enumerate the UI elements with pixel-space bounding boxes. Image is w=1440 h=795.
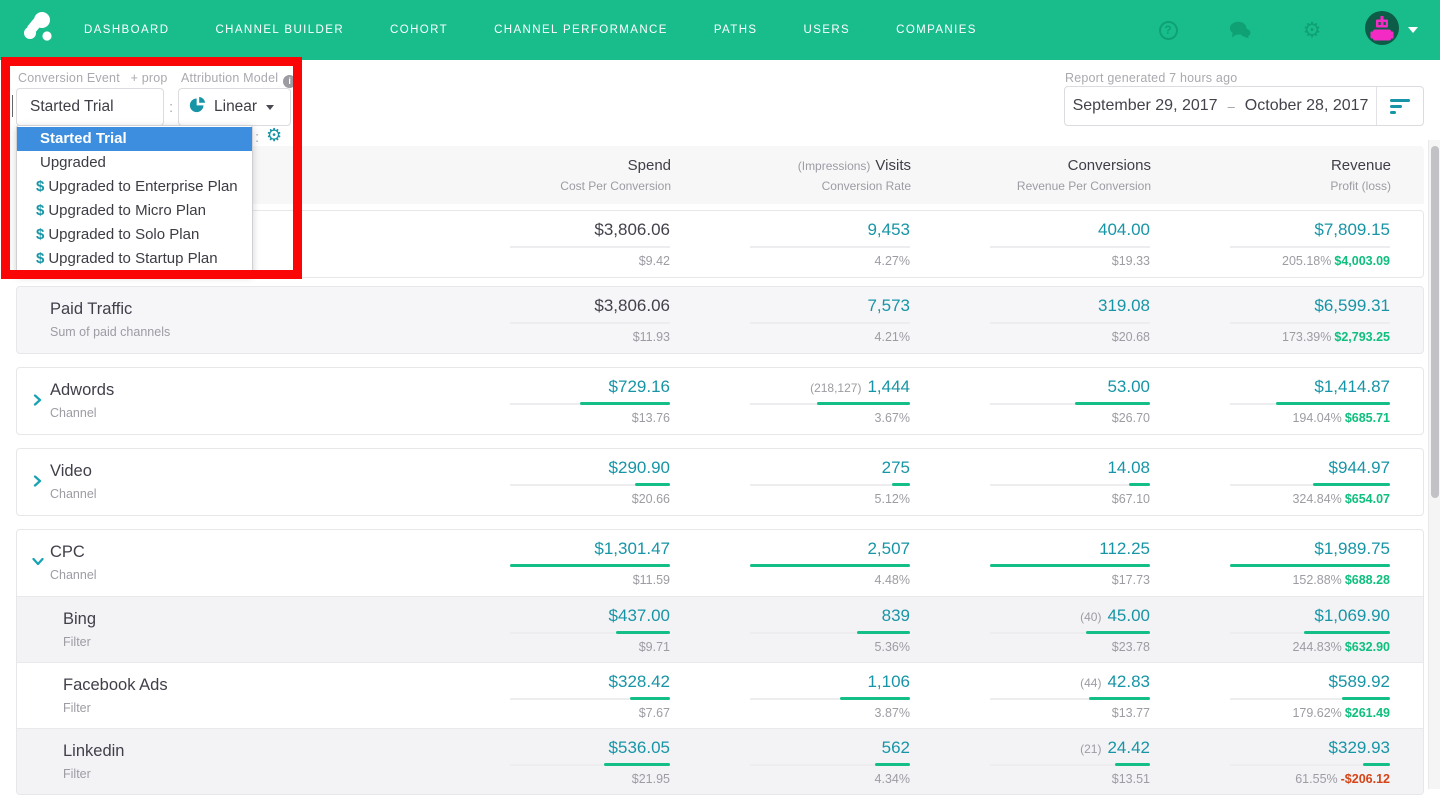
filter-sort-icon[interactable] — [1377, 87, 1423, 125]
profit-value: $632.90 — [1344, 640, 1390, 654]
visits-cell: 275 5.12% — [750, 449, 910, 515]
dropdown-option-upgraded-solo[interactable]: $ Upgraded to Solo Plan — [17, 223, 252, 247]
revenue-cell: $944.97 324.84% $654.07 — [1230, 449, 1390, 515]
table-row[interactable]: Bing Filter $437.00 $9.71 839 5.36% (40)… — [17, 596, 1423, 662]
dropdown-option-upgraded[interactable]: Upgraded — [17, 151, 252, 175]
table-row[interactable]: Linkedin Filter $536.05 $21.95 562 4.34%… — [17, 728, 1423, 794]
visits-cell: (218,127) 1,444 3.67% — [750, 368, 910, 434]
conversions-cell: (40) 45.00 $23.78 — [990, 597, 1150, 662]
report-generated-label: Report generated 7 hours ago — [1065, 71, 1238, 85]
table-row[interactable]: Adwords Channel $729.16 $13.76 (218,127)… — [16, 367, 1424, 435]
dropdown-option-upgraded-startup[interactable]: $ Upgraded to Startup Plan — [17, 247, 252, 271]
revenue-cell: $6,599.31 173.39% $2,793.25 — [1230, 287, 1390, 353]
spend-cell: $437.00 $9.71 — [510, 597, 670, 662]
chevron-right-icon[interactable] — [32, 475, 43, 487]
date-end: October 28, 2017 — [1244, 97, 1369, 114]
nav-item-companies[interactable]: COMPANIES — [896, 24, 977, 36]
spend-cell: $1,301.47 $11.59 — [510, 530, 670, 596]
spend-cell: $3,806.06 $11.93 — [510, 287, 670, 353]
nav-item-dashboard[interactable]: DASHBOARD — [84, 24, 169, 36]
profit-value: $2,793.25 — [1334, 330, 1390, 344]
app-logo-icon[interactable] — [22, 10, 56, 51]
conversions-cell: 14.08 $67.10 — [990, 449, 1150, 515]
spend-cell: $729.16 $13.76 — [510, 368, 670, 434]
nav-item-paths[interactable]: PATHS — [714, 24, 758, 36]
pie-chart-icon — [189, 96, 206, 118]
nav-item-users[interactable]: USERS — [803, 24, 850, 36]
table-row[interactable]: CPC Channel $1,301.47 $11.59 2,507 4.48%… — [17, 530, 1423, 596]
profit-value: $688.28 — [1344, 573, 1390, 587]
header-revenue: Revenue Profit (loss) — [1330, 157, 1391, 193]
conversions-cell: 404.00 $19.33 — [990, 211, 1150, 277]
event-settings-gear-icon[interactable]: ⚙ — [266, 125, 282, 146]
dropdown-option-upgraded-enterprise[interactable]: $ Upgraded to Enterprise Plan — [17, 175, 252, 199]
visits-cell: 839 5.36% — [750, 597, 910, 662]
conversions-cell: (21) 24.42 $13.51 — [990, 729, 1150, 794]
revenue-cell: $1,069.90 244.83% $632.90 — [1230, 597, 1390, 662]
visits-cell: 562 4.34% — [750, 729, 910, 794]
attribution-model-value: Linear — [214, 98, 258, 115]
chevron-down-icon — [1408, 27, 1418, 33]
avatar — [1365, 10, 1399, 50]
conversions-cell: 319.08 $20.68 — [990, 287, 1150, 353]
help-icon[interactable]: ? — [1157, 19, 1179, 41]
spend-cell: $3,806.06 $9.42 — [510, 211, 670, 277]
channel-group: CPC Channel $1,301.47 $11.59 2,507 4.48%… — [16, 529, 1424, 795]
conversions-cell: (44) 42.83 $13.77 — [990, 663, 1150, 728]
conversion-event-dropdown: Started Trial Upgraded $ Upgraded to Ente… — [16, 125, 253, 275]
revenue-cell: $329.93 61.55% -$206.12 — [1230, 729, 1390, 794]
revenue-cell: $1,989.75 152.88% $688.28 — [1230, 530, 1390, 596]
profit-value: $261.49 — [1344, 706, 1390, 720]
attribution-model-select[interactable]: Linear — [178, 88, 291, 126]
chat-icon[interactable] — [1229, 19, 1251, 41]
secondary-colon: : — [255, 129, 260, 146]
text-caret — [12, 95, 13, 117]
select-caret-icon — [266, 104, 275, 110]
dropdown-option-upgraded-micro[interactable]: $ Upgraded to Micro Plan — [17, 199, 252, 223]
spend-cell: $328.42 $7.67 — [510, 663, 670, 728]
nav-item-channel-performance[interactable]: CHANNEL PERFORMANCE — [494, 24, 668, 36]
chevron-right-icon[interactable] — [32, 394, 43, 406]
table-row[interactable]: Paid Traffic Sum of paid channels $3,806… — [16, 286, 1424, 354]
conversion-event-label: Conversion Event + prop — [18, 71, 168, 85]
spend-cell: $290.90 $20.66 — [510, 449, 670, 515]
chevron-down-icon[interactable] — [32, 556, 44, 567]
header-conversions: Conversions Revenue Per Conversion — [1016, 157, 1151, 193]
nav-item-channel-builder[interactable]: CHANNEL BUILDER — [215, 24, 344, 36]
attribution-model-label: Attribution Model i — [181, 71, 297, 88]
visits-cell: 7,573 4.21% — [750, 287, 910, 353]
profit-value: $4,003.09 — [1334, 254, 1390, 268]
visits-cell: 9,453 4.27% — [750, 211, 910, 277]
table-row[interactable]: Facebook Ads Filter $328.42 $7.67 1,106 … — [17, 662, 1423, 728]
spend-cell: $536.05 $21.95 — [510, 729, 670, 794]
date-separator: – — [1227, 98, 1235, 114]
conversion-event-input[interactable] — [16, 88, 164, 126]
revenue-cell: $1,414.87 194.04% $685.71 — [1230, 368, 1390, 434]
controls-colon: : — [169, 99, 174, 116]
date-start: September 29, 2017 — [1072, 97, 1218, 114]
table-row[interactable]: Video Channel $290.90 $20.66 275 5.12% 1… — [16, 448, 1424, 516]
revenue-cell: $589.92 179.62% $261.49 — [1230, 663, 1390, 728]
visits-cell: 2,507 4.48% — [750, 530, 910, 596]
visits-cell: 1,106 3.87% — [750, 663, 910, 728]
header-spend: Spend Cost Per Conversion — [560, 157, 671, 193]
profit-value: -$206.12 — [1340, 772, 1390, 786]
top-nav: DASHBOARD CHANNEL BUILDER COHORT CHANNEL… — [0, 0, 1440, 60]
profit-value: $654.07 — [1344, 492, 1390, 506]
info-icon[interactable]: i — [283, 75, 297, 88]
revenue-cell: $7,809.15 205.18% $4,003.09 — [1230, 211, 1390, 277]
scrollbar-track[interactable] — [1428, 140, 1440, 789]
date-range-picker[interactable]: September 29, 2017 – October 28, 2017 — [1064, 86, 1424, 126]
profit-value: $685.71 — [1344, 411, 1390, 425]
add-prop-link[interactable]: + prop — [131, 71, 168, 85]
nav-item-cohort[interactable]: COHORT — [390, 24, 448, 36]
header-visits: (Impressions) Visits Conversion Rate — [797, 157, 911, 193]
user-menu[interactable] — [1365, 10, 1418, 50]
conversions-cell: 112.25 $17.73 — [990, 530, 1150, 596]
dropdown-option-started-trial[interactable]: Started Trial — [17, 127, 252, 151]
conversions-cell: 53.00 $26.70 — [990, 368, 1150, 434]
scrollbar-thumb[interactable] — [1431, 146, 1439, 498]
settings-gear-icon[interactable]: ⚙ — [1301, 19, 1323, 41]
